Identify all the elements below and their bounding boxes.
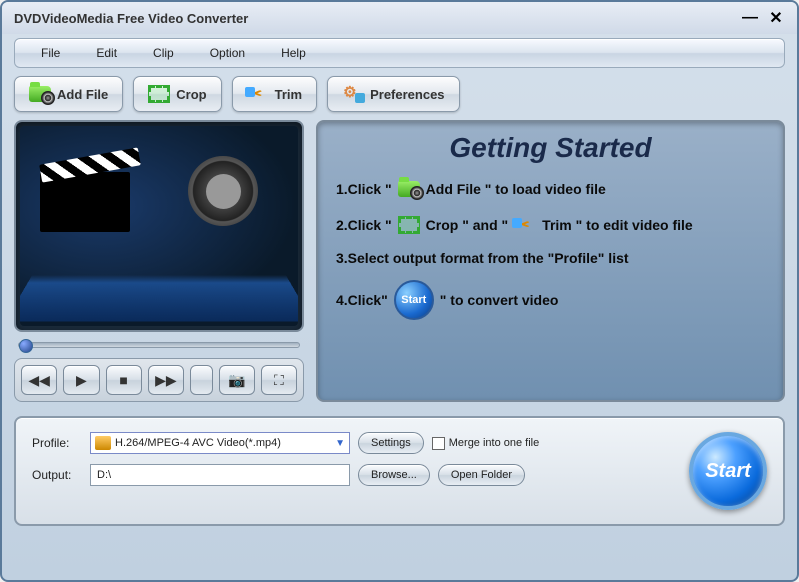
help-step-1: 1.Click " Add File " to load video file [336, 178, 765, 200]
chevron-down-icon: ▼ [335, 438, 345, 449]
help-text: Crop " and " [426, 217, 509, 233]
profile-value: H.264/MPEG-4 AVC Video(*.mp4) [115, 437, 281, 449]
gear-icon [342, 84, 364, 104]
app-window: DVDVideoMedia Free Video Converter — ✕ F… [0, 0, 799, 582]
toolbar: Add File Crop Trim Preferences [2, 72, 797, 120]
minimize-button[interactable]: — [741, 9, 759, 27]
menu-file[interactable]: File [23, 42, 78, 64]
help-text: " to convert video [440, 292, 559, 308]
preview-image [20, 126, 298, 326]
open-folder-button[interactable]: Open Folder [438, 464, 525, 486]
merge-label: Merge into one file [449, 437, 540, 449]
trim-button[interactable]: Trim [232, 76, 317, 112]
rewind-button[interactable]: ◀◀ [21, 365, 57, 395]
preferences-label: Preferences [370, 87, 444, 102]
preview-frame [14, 120, 304, 332]
forward-button[interactable]: ▶▶ [148, 365, 184, 395]
snapshot-button[interactable]: 📷 [219, 365, 255, 395]
bottom-fields: Profile: H.264/MPEG-4 AVC Video(*.mp4) ▼… [32, 432, 675, 496]
output-input[interactable] [90, 464, 350, 486]
film-strip-icon [20, 275, 298, 321]
menu-bar: File Edit Clip Option Help [14, 38, 785, 68]
browse-button[interactable]: Browse... [358, 464, 430, 486]
title-bar: DVDVideoMedia Free Video Converter — ✕ [2, 2, 797, 34]
preview-pane: ◀◀ ▶ ■ ▶▶ 📷 ⛶ [14, 120, 304, 402]
merge-checkbox-row[interactable]: Merge into one file [432, 437, 540, 450]
crop-icon [396, 214, 422, 236]
help-step-4: 4.Click" Start " to convert video [336, 280, 765, 320]
getting-started-panel: Getting Started 1.Click " Add File " to … [316, 120, 785, 402]
folder-icon [29, 84, 51, 104]
preferences-button[interactable]: Preferences [327, 76, 459, 112]
output-row: Output: Browse... Open Folder [32, 464, 675, 486]
start-button[interactable]: Start [689, 432, 767, 510]
main-area: ◀◀ ▶ ■ ▶▶ 📷 ⛶ Getting Started 1.Click " … [2, 120, 797, 410]
profile-label: Profile: [32, 436, 82, 450]
slider-thumb[interactable] [19, 339, 33, 353]
scissors-icon [247, 84, 269, 104]
folder-icon [396, 178, 422, 200]
add-file-label: Add File [57, 87, 108, 102]
playback-controls: ◀◀ ▶ ■ ▶▶ 📷 ⛶ [14, 358, 304, 402]
play-button[interactable]: ▶ [63, 365, 99, 395]
merge-checkbox[interactable] [432, 437, 445, 450]
crop-label: Crop [176, 87, 206, 102]
help-text: 1.Click " [336, 181, 392, 197]
menu-clip[interactable]: Clip [135, 42, 192, 64]
clapperboard-icon [40, 156, 140, 236]
settings-button[interactable]: Settings [358, 432, 424, 454]
start-icon: Start [394, 280, 434, 320]
crop-button[interactable]: Crop [133, 76, 221, 112]
control-spacer [190, 365, 213, 395]
trim-label: Trim [275, 87, 302, 102]
output-label: Output: [32, 468, 82, 482]
close-button[interactable]: ✕ [767, 9, 785, 27]
film-reel-icon [188, 156, 258, 226]
fullscreen-button[interactable]: ⛶ [261, 365, 297, 395]
profile-row: Profile: H.264/MPEG-4 AVC Video(*.mp4) ▼… [32, 432, 675, 454]
help-text: 4.Click" [336, 292, 388, 308]
help-text: Trim " to edit video file [542, 217, 693, 233]
profile-dropdown[interactable]: H.264/MPEG-4 AVC Video(*.mp4) ▼ [90, 432, 350, 454]
scissors-icon [512, 214, 538, 236]
bottom-panel: Profile: H.264/MPEG-4 AVC Video(*.mp4) ▼… [14, 416, 785, 526]
help-step-2: 2.Click " Crop " and " Trim " to edit vi… [336, 214, 765, 236]
help-text: 2.Click " [336, 217, 392, 233]
menu-edit[interactable]: Edit [78, 42, 135, 64]
seek-slider[interactable] [14, 340, 304, 350]
menu-option[interactable]: Option [192, 42, 263, 64]
window-title: DVDVideoMedia Free Video Converter [14, 11, 733, 26]
format-icon [95, 436, 111, 450]
help-text: Add File " to load video file [426, 181, 606, 197]
stop-button[interactable]: ■ [106, 365, 142, 395]
help-step-3: 3.Select output format from the "Profile… [336, 250, 765, 266]
crop-icon [148, 84, 170, 104]
add-file-button[interactable]: Add File [14, 76, 123, 112]
help-title: Getting Started [336, 132, 765, 164]
menu-help[interactable]: Help [263, 42, 324, 64]
